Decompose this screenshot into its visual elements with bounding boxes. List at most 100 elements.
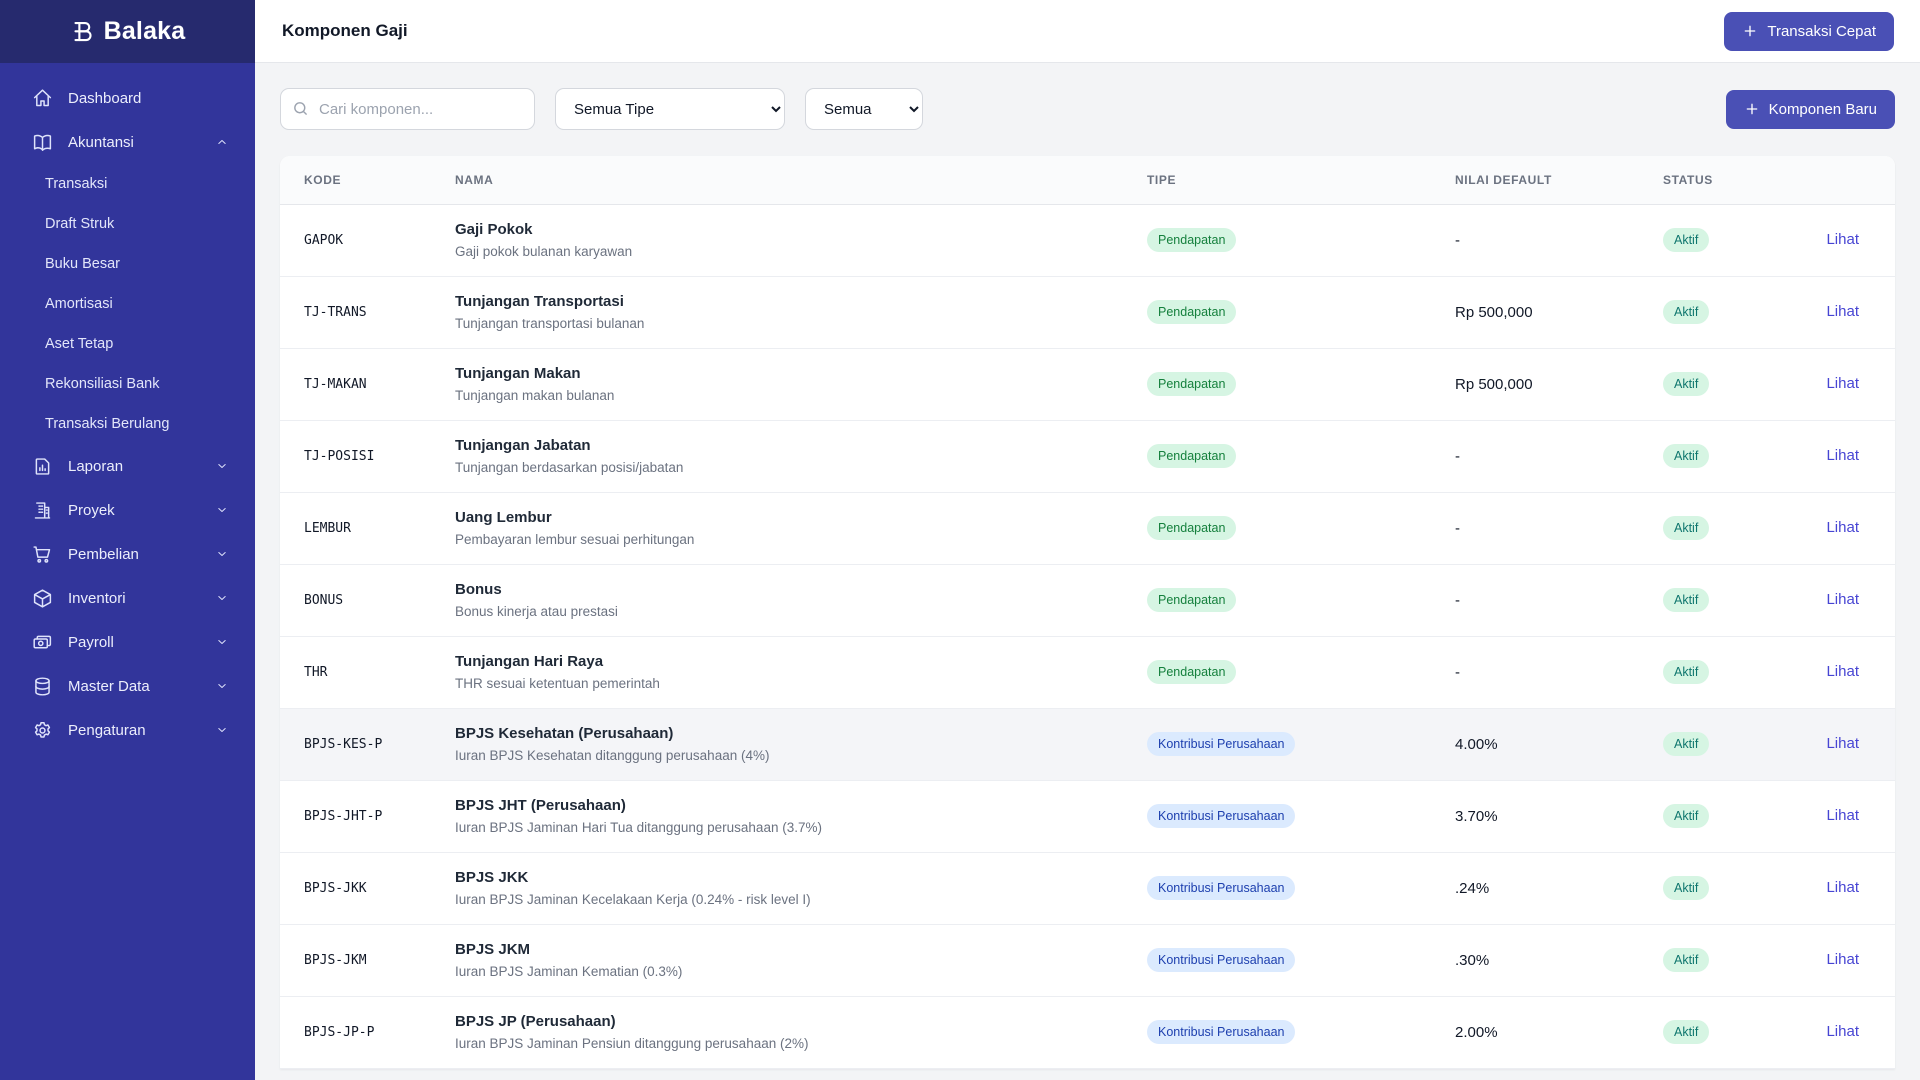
status-badge: Aktif xyxy=(1663,444,1710,468)
sidebar-item-inventori[interactable]: Inventori xyxy=(0,576,255,620)
sidebar-subitem-transaksi[interactable]: Transaksi xyxy=(0,164,255,204)
status-badge: Aktif xyxy=(1663,948,1710,972)
chevron-down-icon xyxy=(215,503,229,517)
view-link[interactable]: Lihat xyxy=(1826,591,1859,608)
sidebar-item-label: Payroll xyxy=(68,633,114,651)
sidebar-item-label: Inventori xyxy=(68,589,126,607)
default-value: Rp 500,000 xyxy=(1425,348,1635,421)
component-name: Tunjangan Jabatan xyxy=(455,436,591,454)
sidebar-item-laporan[interactable]: Laporan xyxy=(0,444,255,488)
sidebar-subitem-rekonsiliasi-bank[interactable]: Rekonsiliasi Bank xyxy=(0,364,255,404)
view-link[interactable]: Lihat xyxy=(1826,375,1859,392)
quick-transaction-button[interactable]: Transaksi Cepat xyxy=(1724,11,1894,51)
type-filter-select[interactable]: Semua Tipe xyxy=(555,88,785,130)
component-name: BPJS Kesehatan (Perusahaan) xyxy=(455,724,674,742)
type-badge: Kontribusi Perusahaan xyxy=(1147,732,1296,756)
component-description: Tunjangan makan bulanan xyxy=(455,387,615,403)
app-name: Balaka xyxy=(103,17,186,45)
view-link[interactable]: Lihat xyxy=(1826,1023,1859,1040)
sidebar-item-akuntansi[interactable]: Akuntansi xyxy=(0,120,255,164)
sidebar-subitem-aset-tetap[interactable]: Aset Tetap xyxy=(0,324,255,364)
type-badge: Pendapatan xyxy=(1147,300,1237,324)
table-row: GAPOK Gaji Pokok Gaji pokok bulanan karyaw… xyxy=(280,204,1895,277)
search-input[interactable] xyxy=(280,88,535,130)
column-header-tipe: TIPE xyxy=(1135,156,1425,205)
table-row: BPJS-JHT-P BPJS JHT (Perusahaan) Iuran BPJ… xyxy=(280,780,1895,853)
database-icon xyxy=(32,676,53,697)
table-row: TJ-TRANS Tunjangan Transportasi Tunjangan … xyxy=(280,276,1895,349)
gear-icon xyxy=(32,720,53,741)
view-link[interactable]: Lihat xyxy=(1826,879,1859,896)
component-code: BPJS-JP-P xyxy=(280,996,455,1069)
sidebar-item-label: Laporan xyxy=(68,457,124,475)
component-description: Iuran BPJS Jaminan Kematian (0.3%) xyxy=(455,963,683,979)
sidebar-item-master-data[interactable]: Master Data xyxy=(0,664,255,708)
type-badge: Pendapatan xyxy=(1147,588,1237,612)
column-header-nilai-default: NILAI DEFAULT xyxy=(1425,156,1635,205)
component-code: BPJS-KES-P xyxy=(280,708,455,781)
page-title: Komponen Gaji xyxy=(282,21,408,40)
home-icon xyxy=(32,88,53,109)
type-badge: Pendapatan xyxy=(1147,660,1237,684)
sidebar-item-payroll[interactable]: Payroll xyxy=(0,620,255,664)
column-header-action xyxy=(1785,156,1895,205)
component-description: Iuran BPJS Jaminan Kecelakaan Kerja (0.2… xyxy=(455,891,811,907)
table-row: BONUS Bonus Bonus kinerja atau prestasi Pen… xyxy=(280,564,1895,637)
status-badge: Aktif xyxy=(1663,1020,1710,1044)
component-description: Gaji pokok bulanan karyawan xyxy=(455,243,633,259)
table-row: TJ-MAKAN Tunjangan Makan Tunjangan makan b… xyxy=(280,348,1895,421)
building-icon xyxy=(32,500,53,521)
sidebar-item-proyek[interactable]: Proyek xyxy=(0,488,255,532)
view-link[interactable]: Lihat xyxy=(1826,735,1859,752)
component-code: TJ-MAKAN xyxy=(280,348,455,421)
content: Semua Tipe Semua Komponen Baru KODE NAMA… xyxy=(255,63,1920,1080)
new-component-button[interactable]: Komponen Baru xyxy=(1725,89,1895,129)
sidebar-item-label: Dashboard xyxy=(68,89,142,107)
view-link[interactable]: Lihat xyxy=(1826,951,1859,968)
component-name: Tunjangan Transportasi xyxy=(455,292,624,310)
component-name: BPJS JKK xyxy=(455,868,529,886)
default-value: - xyxy=(1425,420,1635,493)
status-badge: Aktif xyxy=(1663,588,1710,612)
plus-icon xyxy=(1746,103,1757,115)
chevron-down-icon xyxy=(215,679,229,693)
default-value: - xyxy=(1425,492,1635,565)
component-code: LEMBUR xyxy=(280,492,455,565)
chevron-down-icon xyxy=(215,547,229,561)
type-badge: Pendapatan xyxy=(1147,372,1237,396)
view-link[interactable]: Lihat xyxy=(1826,807,1859,824)
component-description: Iuran BPJS Jaminan Hari Tua ditanggung p… xyxy=(455,819,822,835)
sidebar-item-pengaturan[interactable]: Pengaturan xyxy=(0,708,255,752)
table-header-row: KODE NAMA TIPE NILAI DEFAULT STATUS xyxy=(280,156,1895,205)
sidebar-nav: Dashboard Akuntansi Transaksi Draft Struk Bu… xyxy=(0,63,255,752)
type-badge: Pendapatan xyxy=(1147,444,1237,468)
cart-icon xyxy=(32,544,53,565)
sidebar-submenu-akuntansi: Transaksi Draft Struk Buku Besar Amortisasi… xyxy=(0,164,255,444)
status-filter-select[interactable]: Semua xyxy=(805,88,923,130)
view-link[interactable]: Lihat xyxy=(1826,519,1859,536)
view-link[interactable]: Lihat xyxy=(1826,303,1859,320)
sidebar-subitem-buku-besar[interactable]: Buku Besar xyxy=(0,244,255,284)
component-description: THR sesuai ketentuan pemerintah xyxy=(455,675,660,691)
sidebar-subitem-transaksi-berulang[interactable]: Transaksi Berulang xyxy=(0,404,255,444)
component-description: Pembayaran lembur sesuai perhitungan xyxy=(455,531,695,547)
component-code: BPJS-JKK xyxy=(280,852,455,925)
view-link[interactable]: Lihat xyxy=(1826,231,1859,248)
view-link[interactable]: Lihat xyxy=(1826,663,1859,680)
sidebar-item-dashboard[interactable]: Dashboard xyxy=(0,76,255,120)
chevron-up-icon xyxy=(215,135,229,149)
type-badge: Kontribusi Perusahaan xyxy=(1147,1020,1296,1044)
sidebar-item-pembelian[interactable]: Pembelian xyxy=(0,532,255,576)
table-row: LEMBUR Uang Lembur Pembayaran lembur sesua… xyxy=(280,492,1895,565)
type-badge: Kontribusi Perusahaan xyxy=(1147,804,1296,828)
sidebar-subitem-draft-struk[interactable]: Draft Struk xyxy=(0,204,255,244)
view-link[interactable]: Lihat xyxy=(1826,447,1859,464)
default-value: - xyxy=(1425,564,1635,637)
status-badge: Aktif xyxy=(1663,804,1710,828)
table-row: TJ-POSISI Tunjangan Jabatan Tunjangan berd… xyxy=(280,420,1895,493)
table-row: BPJS-JP-P BPJS JP (Perusahaan) Iuran BPJS … xyxy=(280,996,1895,1069)
component-description: Bonus kinerja atau prestasi xyxy=(455,603,618,619)
sidebar-subitem-amortisasi[interactable]: Amortisasi xyxy=(0,284,255,324)
type-badge: Kontribusi Perusahaan xyxy=(1147,876,1296,900)
default-value: - xyxy=(1425,636,1635,709)
